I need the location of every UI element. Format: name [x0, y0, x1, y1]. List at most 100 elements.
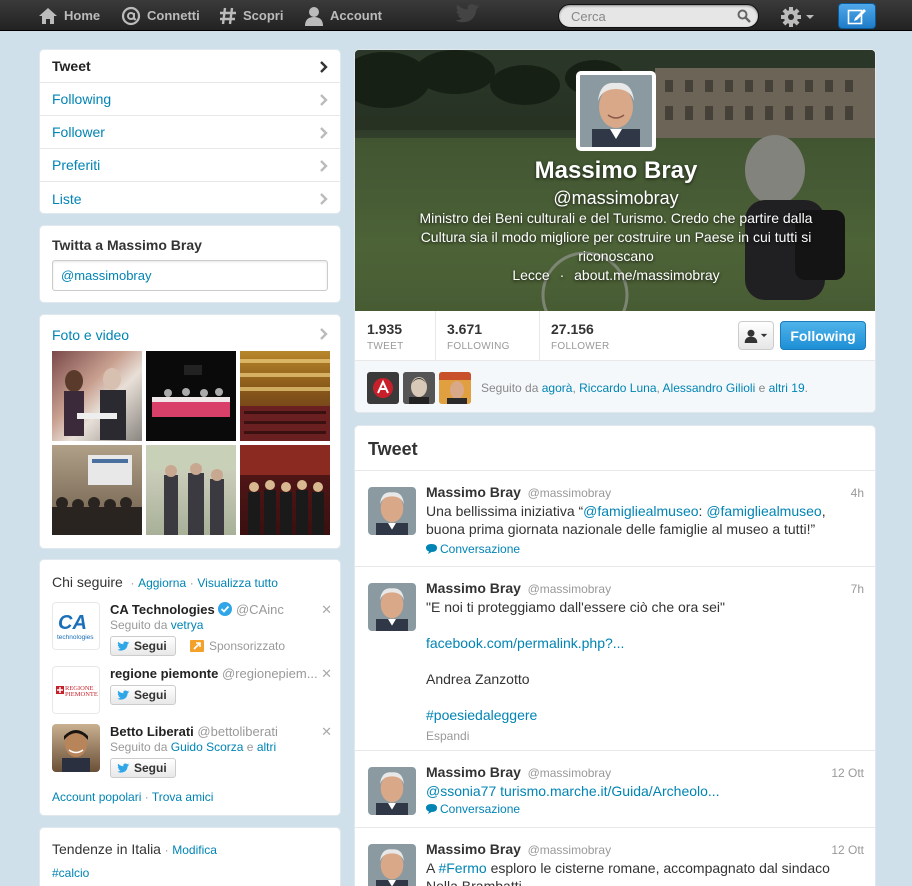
tweet-author-handle[interactable]: @massimobray [528, 766, 612, 780]
followed-by-others-link[interactable]: altri 19 [769, 381, 805, 395]
avatar[interactable]: CA technologies [52, 602, 100, 650]
nav-account[interactable]: Account [304, 0, 382, 31]
mention-link[interactable]: @famigliealmuseo [583, 503, 698, 519]
compose-tweet-button[interactable] [838, 3, 876, 29]
tweet-timestamp[interactable]: 7h [851, 582, 864, 596]
stat-value: 3.671 [447, 321, 483, 337]
tweet-timestamp[interactable]: 12 Ott [831, 843, 864, 857]
search-input[interactable] [558, 4, 759, 28]
tweet-author-name[interactable]: Massimo Bray [426, 764, 521, 780]
menu-item-favorites[interactable]: Preferiti [40, 149, 340, 182]
dismiss-icon[interactable]: ✕ [321, 724, 332, 740]
avatar[interactable] [367, 371, 399, 404]
photo-thumbnail[interactable] [52, 445, 142, 535]
url-link[interactable]: turismo.marche.it/Guida/Archeolo... [500, 783, 719, 799]
tweet-text-line: Andrea Zanzotto [426, 671, 530, 687]
refresh-link[interactable]: Aggiorna [138, 576, 186, 590]
user-actions-dropdown[interactable] [738, 321, 774, 350]
user-name[interactable]: regione piemonte [110, 666, 218, 681]
followed-by-user[interactable]: agorà [542, 381, 573, 395]
avatar[interactable] [403, 371, 435, 404]
avatar[interactable] [368, 487, 416, 535]
photo-thumbnail[interactable] [52, 351, 142, 441]
nav-connect[interactable]: Connetti [121, 0, 200, 31]
user-handle: @bettoliberati [197, 724, 278, 739]
tweet-author-name[interactable]: Massimo Bray [426, 841, 521, 857]
avatar[interactable] [368, 767, 416, 815]
hashtag-link[interactable]: #Fermo [438, 860, 486, 876]
separator: · [559, 267, 565, 283]
expand-link[interactable]: Espandi [426, 727, 846, 745]
following-button[interactable]: Following [780, 321, 866, 350]
profile-location: Lecce [512, 267, 550, 283]
dismiss-icon[interactable]: ✕ [321, 602, 332, 618]
speech-bubble-icon [426, 544, 437, 554]
conversation-link[interactable]: Conversazione [426, 540, 846, 558]
user-name[interactable]: CA Technologies [110, 602, 215, 617]
follow-button[interactable]: Segui [110, 685, 176, 705]
gear-icon [781, 7, 801, 27]
photo-thumbnail[interactable] [240, 351, 330, 441]
tweet-item[interactable]: Massimo Bray @massimobray 12 Ott @ssonia… [355, 750, 875, 827]
tweet-author-handle[interactable]: @massimobray [528, 582, 612, 596]
nav-home[interactable]: Home [38, 0, 100, 31]
change-trends-link[interactable]: Modifica [172, 843, 217, 857]
menu-item-tweet[interactable]: Tweet [40, 50, 340, 83]
stat-label: FOLLOWING [447, 341, 510, 352]
tweet-to-title: Twitta a Massimo Bray [52, 237, 202, 253]
url-link[interactable]: facebook.com/permalink.php?... [426, 634, 846, 652]
followed-by-link[interactable]: vetrya [171, 618, 204, 632]
find-friends-link[interactable]: Trova amici [152, 790, 214, 804]
followed-by-user[interactable]: Alessandro Gilioli [663, 381, 756, 395]
followed-by-user[interactable]: Riccardo Luna [579, 381, 656, 395]
menu-item-follower[interactable]: Follower [40, 116, 340, 149]
stream-title: Tweet [368, 439, 418, 459]
tweet-author-handle[interactable]: @massimobray [528, 486, 612, 500]
settings-menu[interactable] [780, 6, 815, 28]
follow-button[interactable]: Segui [110, 758, 176, 778]
conversation-link[interactable]: Conversazione [426, 800, 846, 818]
tweet-item[interactable]: Massimo Bray @massimobray 12 Ott A #Ferm… [355, 827, 875, 886]
menu-item-following[interactable]: Following [40, 83, 340, 116]
tweet-to-input[interactable] [52, 260, 328, 291]
avatar[interactable] [52, 724, 100, 772]
photos-title[interactable]: Foto e video [52, 327, 129, 343]
mention-link[interactable]: @famigliealmuseo [706, 503, 821, 519]
avatar[interactable] [368, 844, 416, 886]
follow-button[interactable]: Segui [110, 636, 176, 656]
avatar[interactable] [439, 371, 471, 404]
trend-item[interactable]: #calcio [52, 866, 89, 880]
popular-accounts-link[interactable]: Account popolari [52, 790, 141, 804]
profile-url[interactable]: about.me/massimobray [574, 267, 720, 283]
stat-followers[interactable]: 27.156 FOLLOWER [539, 311, 622, 361]
search-icon[interactable] [737, 9, 751, 23]
tweet-author-name[interactable]: Massimo Bray [426, 484, 521, 500]
user-name[interactable]: Betto Liberati [110, 724, 194, 739]
view-all-link[interactable]: Visualizza tutto [197, 576, 278, 590]
hashtag-link[interactable]: #poesiedaleggere [426, 706, 846, 724]
tweet-author-name[interactable]: Massimo Bray [426, 580, 521, 596]
avatar[interactable]: REGIONE PIEMONTE [52, 666, 100, 714]
chevron-right-icon [320, 94, 328, 106]
stat-tweets[interactable]: 1.935 TWEET [355, 311, 416, 361]
photo-thumbnail[interactable] [146, 445, 236, 535]
dismiss-icon[interactable]: ✕ [321, 666, 332, 682]
photo-thumbnail[interactable] [146, 351, 236, 441]
home-icon [39, 7, 57, 24]
tweet-item[interactable]: Massimo Bray @massimobray 4h Una belliss… [355, 470, 875, 566]
tweet-author-handle[interactable]: @massimobray [528, 843, 612, 857]
menu-item-lists[interactable]: Liste [40, 182, 340, 215]
user-handle: @CAinc [235, 602, 284, 617]
followed-by-link[interactable]: Guido Scorza [171, 740, 244, 754]
tweet-text: A #Fermo esploro le cisterne romane, acc… [426, 859, 846, 886]
tweet-item[interactable]: Massimo Bray @massimobray 7h "E noi ti p… [355, 566, 875, 750]
followed-by-others-link[interactable]: altri [257, 740, 276, 754]
tweet-timestamp[interactable]: 4h [851, 486, 864, 500]
avatar[interactable] [368, 583, 416, 631]
tweet-timestamp[interactable]: 12 Ott [831, 766, 864, 780]
photo-thumbnail[interactable] [240, 445, 330, 535]
stat-following[interactable]: 3.671 FOLLOWING [435, 311, 522, 361]
nav-discover[interactable]: Scopri [219, 0, 283, 31]
mention-link[interactable]: @ssonia77 [426, 783, 496, 799]
profile-avatar[interactable] [576, 71, 656, 151]
